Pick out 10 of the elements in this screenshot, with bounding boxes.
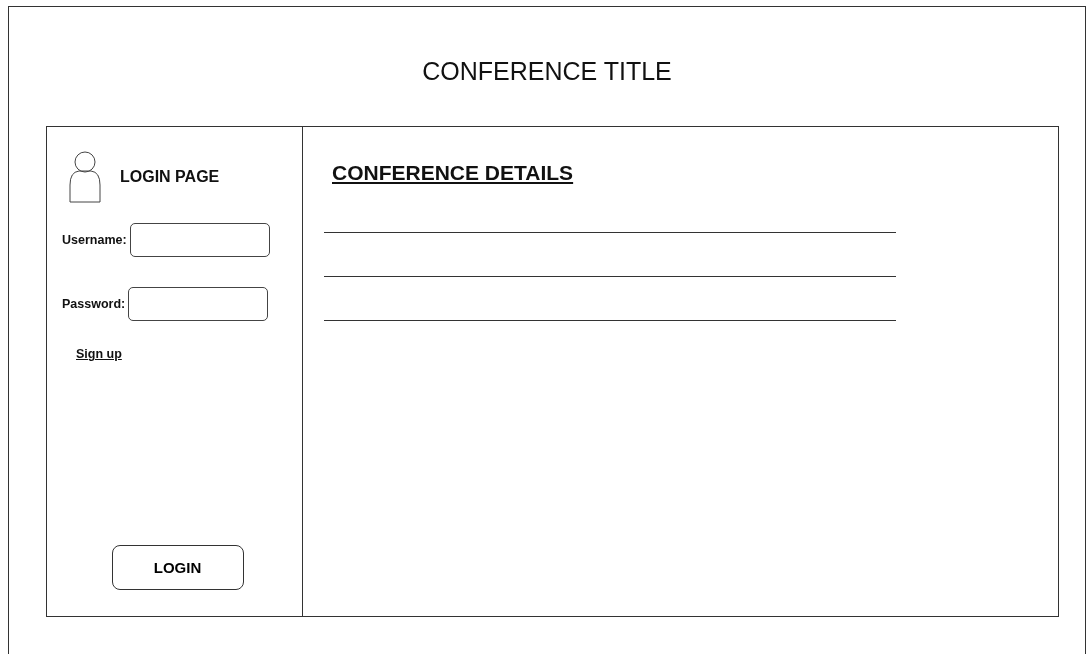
login-heading: LOGIN PAGE <box>120 168 220 186</box>
user-icon <box>68 151 102 203</box>
field-label: Password: <box>62 297 126 311</box>
input-field[interactable] <box>128 287 269 321</box>
signup-link[interactable]: Sign up <box>76 347 122 361</box>
login-button[interactable]: LOGIN <box>111 545 244 590</box>
input-field[interactable] <box>129 223 270 257</box>
details-heading: CONFERENCE DETAILS <box>332 161 575 185</box>
field-label: Username: <box>62 233 127 247</box>
page-title: CONFERENCE TITLE <box>421 56 673 87</box>
